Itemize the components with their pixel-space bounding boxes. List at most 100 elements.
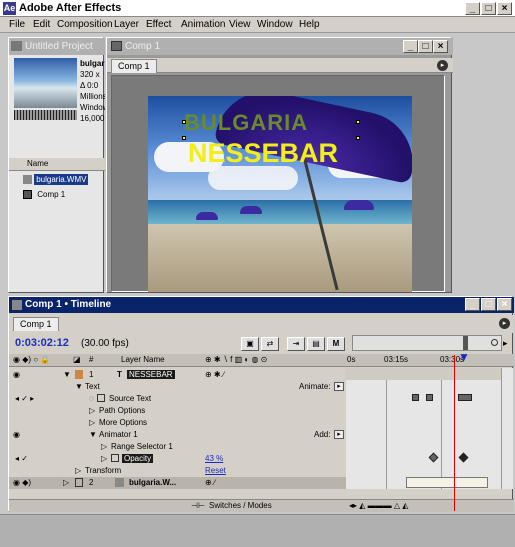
property-row[interactable]: ▷ Range Selector 1 [9, 441, 346, 453]
menu-window[interactable]: Window [257, 19, 293, 30]
expand-icon[interactable]: ▷ [89, 418, 95, 427]
video-switch-icon[interactable]: ◉ [13, 370, 20, 379]
property-row[interactable]: ◂ ✓ ▷ Opacity 43 % [9, 453, 346, 465]
composition-icon [23, 190, 32, 200]
expand-icon[interactable]: ▷ [101, 442, 107, 451]
keyframe-icon[interactable] [428, 452, 439, 463]
keyframe-nav-icon[interactable]: ◂ ✓ [15, 454, 28, 463]
zoom-slider-icon[interactable]: ◂▸ ◭ ▬▬▬ △ ◭ [349, 501, 408, 510]
menu-animation[interactable]: Animation [181, 19, 225, 30]
work-area-start-handle[interactable] [463, 336, 468, 350]
keyframe-icon[interactable] [458, 452, 469, 463]
layer-name-column[interactable]: Layer Name [121, 355, 165, 364]
list-item[interactable]: Comp 1 [23, 190, 65, 203]
transform-handle[interactable] [356, 120, 360, 124]
opacity-value[interactable]: 43 % [205, 454, 223, 463]
name-column[interactable]: Name [27, 159, 48, 168]
composition-frame[interactable]: BULGARIA NESSEBAR [148, 96, 412, 292]
minimize-icon[interactable]: _ [465, 298, 480, 311]
close-icon[interactable]: × [497, 2, 512, 15]
property-row[interactable]: ▷ Transform Reset [9, 465, 346, 477]
expand-icon[interactable]: ▷ [75, 466, 81, 475]
shy-switch-icon[interactable]: ⊕ ∕ [205, 478, 215, 487]
property-row[interactable]: ▷ More Options [9, 417, 346, 429]
minimize-icon[interactable]: _ [403, 40, 418, 53]
layer-name[interactable]: bulgaria.W... [129, 478, 176, 487]
label-color-icon[interactable] [75, 370, 83, 379]
transform-handle[interactable] [182, 136, 186, 140]
expand-icon[interactable]: ▼ [75, 382, 83, 391]
av-switch-icon[interactable]: ◉ ◆) [13, 478, 31, 487]
menu-file[interactable]: File [9, 19, 25, 30]
maximize-icon[interactable]: □ [481, 2, 496, 15]
switches-modes-toggle[interactable]: Switches / Modes [209, 501, 272, 510]
animate-menu-icon[interactable]: ▸ [334, 382, 344, 391]
menu-composition[interactable]: Composition [57, 19, 113, 30]
keyframe-icon[interactable] [458, 394, 472, 401]
label-color-icon[interactable] [75, 478, 83, 487]
expand-icon[interactable]: ▼ [89, 430, 97, 439]
vertical-scrollbar[interactable] [501, 368, 513, 489]
tab-comp-1[interactable]: Comp 1 [13, 317, 59, 331]
panel-menu-icon[interactable]: ▸ [499, 318, 510, 329]
live-update-icon[interactable]: ⇄ [261, 337, 279, 351]
minimize-icon[interactable]: _ [465, 2, 480, 15]
expand-icon[interactable]: ▷ [63, 478, 69, 487]
frame-blending-icon[interactable]: ▤ [307, 337, 325, 351]
comp-marker-icon[interactable]: ▣ [241, 337, 259, 351]
layer-row[interactable]: ◉ ▼ 1 T NESSEBAR ⊕ ✱ ∕ [9, 369, 346, 381]
current-time-indicator[interactable] [454, 355, 455, 511]
add-label: Add: [314, 430, 331, 439]
property-label: Animator 1 [99, 430, 138, 439]
text-layer-bulgaria[interactable]: BULGARIA [184, 110, 308, 136]
work-area-bar[interactable] [352, 335, 502, 351]
expand-icon[interactable]: ▷ [89, 406, 95, 415]
expand-icon[interactable]: ▷ [101, 454, 107, 463]
transform-handle[interactable] [356, 136, 360, 140]
time-navigator-end[interactable] [491, 339, 498, 346]
track-bar[interactable] [346, 368, 501, 380]
layer-name[interactable]: NESSEBAR [127, 370, 175, 379]
layer-row[interactable]: ◉ ◆) ▷ 2 bulgaria.W... ⊕ ∕ [9, 477, 346, 489]
stopwatch-icon[interactable]: ◌ [89, 394, 94, 403]
menu-layer[interactable]: Layer [114, 19, 139, 30]
scroll-right-icon[interactable]: ▸ [503, 338, 508, 349]
keyframe-icon[interactable] [412, 394, 419, 401]
close-icon[interactable]: × [433, 40, 448, 53]
video-switch-icon[interactable]: ◉ [13, 430, 20, 439]
draft-3d-icon[interactable]: ⇥ [287, 337, 305, 351]
property-row[interactable]: ▷ Path Options [9, 405, 346, 417]
composition-canvas[interactable]: BULGARIA NESSEBAR [111, 75, 445, 292]
timeline-tracks[interactable] [346, 368, 501, 489]
stopwatch-icon[interactable] [97, 394, 105, 402]
toggle-switches-icon[interactable]: ⊣⊢ [191, 501, 205, 510]
close-icon[interactable]: × [497, 298, 512, 311]
motion-blur-icon[interactable]: M [327, 337, 345, 351]
maximize-icon[interactable]: □ [418, 40, 433, 53]
maximize-icon[interactable]: □ [481, 298, 496, 311]
list-item[interactable]: bulgaria.WMV [23, 174, 89, 188]
label-column-icon: ◪ [73, 355, 81, 364]
reset-link[interactable]: Reset [205, 466, 226, 475]
text-layer-icon: T [117, 370, 122, 379]
property-row[interactable]: ◂ ✓ ▸ ◌ Source Text [9, 393, 346, 405]
menu-edit[interactable]: Edit [33, 19, 50, 30]
property-row[interactable]: ▼ Text Animate: ▸ [9, 381, 346, 393]
text-layer-nessebar[interactable]: NESSEBAR [188, 138, 338, 169]
transform-handle[interactable] [182, 120, 186, 124]
keyframe-nav-icon[interactable]: ◂ ✓ ▸ [15, 394, 34, 403]
add-menu-icon[interactable]: ▸ [334, 430, 344, 439]
keyframe-icon[interactable] [426, 394, 433, 401]
menu-effect[interactable]: Effect [146, 19, 171, 30]
current-time-indicator-icon[interactable]: ▼ [458, 350, 470, 364]
menu-help[interactable]: Help [299, 19, 320, 30]
tab-comp-1[interactable]: Comp 1 [111, 59, 157, 73]
current-time-display[interactable]: 0:03:02:12 [15, 337, 69, 349]
shy-switch-icon[interactable]: ⊕ ✱ ∕ [205, 370, 224, 379]
stopwatch-icon[interactable] [111, 454, 119, 462]
property-row[interactable]: ◉ ▼ Animator 1 Add: ▸ [9, 429, 346, 441]
expand-icon[interactable]: ▼ [63, 370, 71, 379]
menu-view[interactable]: View [229, 19, 251, 30]
panel-menu-icon[interactable]: ▸ [437, 60, 448, 71]
layer-duration-bar[interactable] [406, 477, 488, 488]
